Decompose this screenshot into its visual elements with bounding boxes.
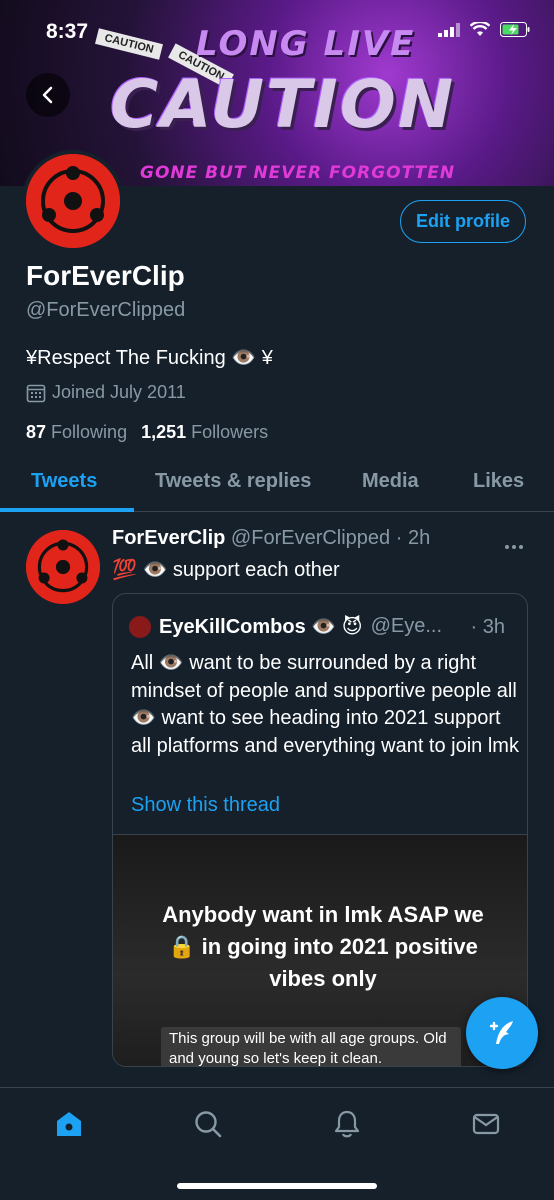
home-icon: [57, 1112, 81, 1136]
profile-avatar[interactable]: [22, 150, 124, 252]
signal-icon: [438, 22, 460, 37]
sharingan-avatar-icon: [26, 530, 100, 604]
profile-display-name: ForEverClip: [26, 260, 185, 291]
wifi-icon: [470, 22, 490, 36]
status-bar: 8:37: [0, 0, 554, 62]
quoted-author: EyeKillCombos 👁️ 😈: [159, 616, 363, 638]
calendar-icon: [26, 384, 46, 402]
followers-link[interactable]: 1,251 Followers: [141, 422, 268, 443]
compose-tweet-button[interactable]: [466, 997, 538, 1069]
quoted-tweet-header: EyeKillCombos 👁️ 😈 @Eye...: [129, 614, 442, 639]
tab-tweets-replies[interactable]: Tweets & replies: [155, 470, 311, 493]
nav-search[interactable]: [188, 1106, 228, 1142]
tweet-header: ForEverClip @ForEverClipped · 2h: [112, 527, 430, 550]
battery-charging-icon: [500, 22, 530, 37]
nav-home[interactable]: [49, 1106, 89, 1142]
media-title: Anybody want in lmk ASAP we 🔒 in going i…: [162, 902, 484, 991]
active-tab-indicator: [0, 508, 134, 512]
tweet-avatar[interactable]: [26, 530, 100, 604]
quoted-tweet-card[interactable]: EyeKillCombos 👁️ 😈 @Eye... · 3h All 👁️ w…: [112, 593, 528, 1067]
bell-icon: [334, 1110, 360, 1138]
search-icon: [195, 1111, 222, 1138]
followers-count: 1,251: [141, 422, 187, 442]
joined-label: Joined July 2011: [52, 382, 186, 402]
follow-stats: 87 Following 1,251 Followers: [26, 422, 268, 443]
tab-likes[interactable]: Likes: [473, 470, 524, 493]
profile-handle: @ForEverClipped: [26, 299, 186, 321]
tweet-meta: @ForEverClipped · 2h: [230, 527, 431, 549]
mail-icon: [472, 1113, 500, 1135]
quoted-time: · 3h: [470, 616, 505, 638]
tab-tweets[interactable]: Tweets: [31, 470, 97, 493]
compose-icon: [489, 1021, 513, 1044]
quoted-avatar: [129, 615, 151, 638]
show-thread-link[interactable]: Show this thread: [131, 794, 280, 817]
status-icons: [438, 22, 530, 37]
sharingan-avatar-icon: [26, 154, 120, 248]
quoted-handle: @Eye...: [370, 615, 443, 637]
profile-tabs: Tweets Tweets & replies Media Likes: [0, 458, 554, 512]
tweet[interactable]: ForEverClip @ForEverClipped · 2h 💯 👁️ su…: [0, 513, 554, 1093]
banner-bottom-text: GONE BUT NEVER FORGOTTEN: [140, 163, 456, 183]
following-count: 87: [26, 422, 47, 442]
status-time: 8:37: [46, 20, 89, 43]
more-icon[interactable]: [504, 537, 524, 555]
tweet-author[interactable]: ForEverClip: [112, 527, 225, 549]
profile-bio: ¥Respect The Fucking 👁️ ¥: [26, 347, 273, 369]
nav-messages[interactable]: [466, 1106, 506, 1142]
tweet-text: 💯 👁️ support each other: [112, 559, 340, 581]
tab-media[interactable]: Media: [362, 470, 419, 493]
banner-main-text: CAUTION: [110, 66, 456, 143]
followers-label: Followers: [191, 422, 269, 442]
home-indicator: [177, 1183, 377, 1189]
back-arrow-icon: [42, 86, 53, 104]
profile-joined: Joined July 2011: [26, 382, 186, 403]
following-label: Following: [51, 422, 128, 442]
nav-notifications[interactable]: [327, 1106, 367, 1142]
media-caption: This group will be with all age groups. …: [161, 1027, 461, 1066]
quoted-text: All 👁️ want to be surrounded by a right …: [131, 652, 519, 757]
edit-profile-button[interactable]: Edit profile: [400, 200, 526, 243]
back-button[interactable]: [26, 73, 70, 117]
bottom-tab-bar: [0, 1087, 554, 1200]
following-link[interactable]: 87 Following: [26, 422, 127, 443]
